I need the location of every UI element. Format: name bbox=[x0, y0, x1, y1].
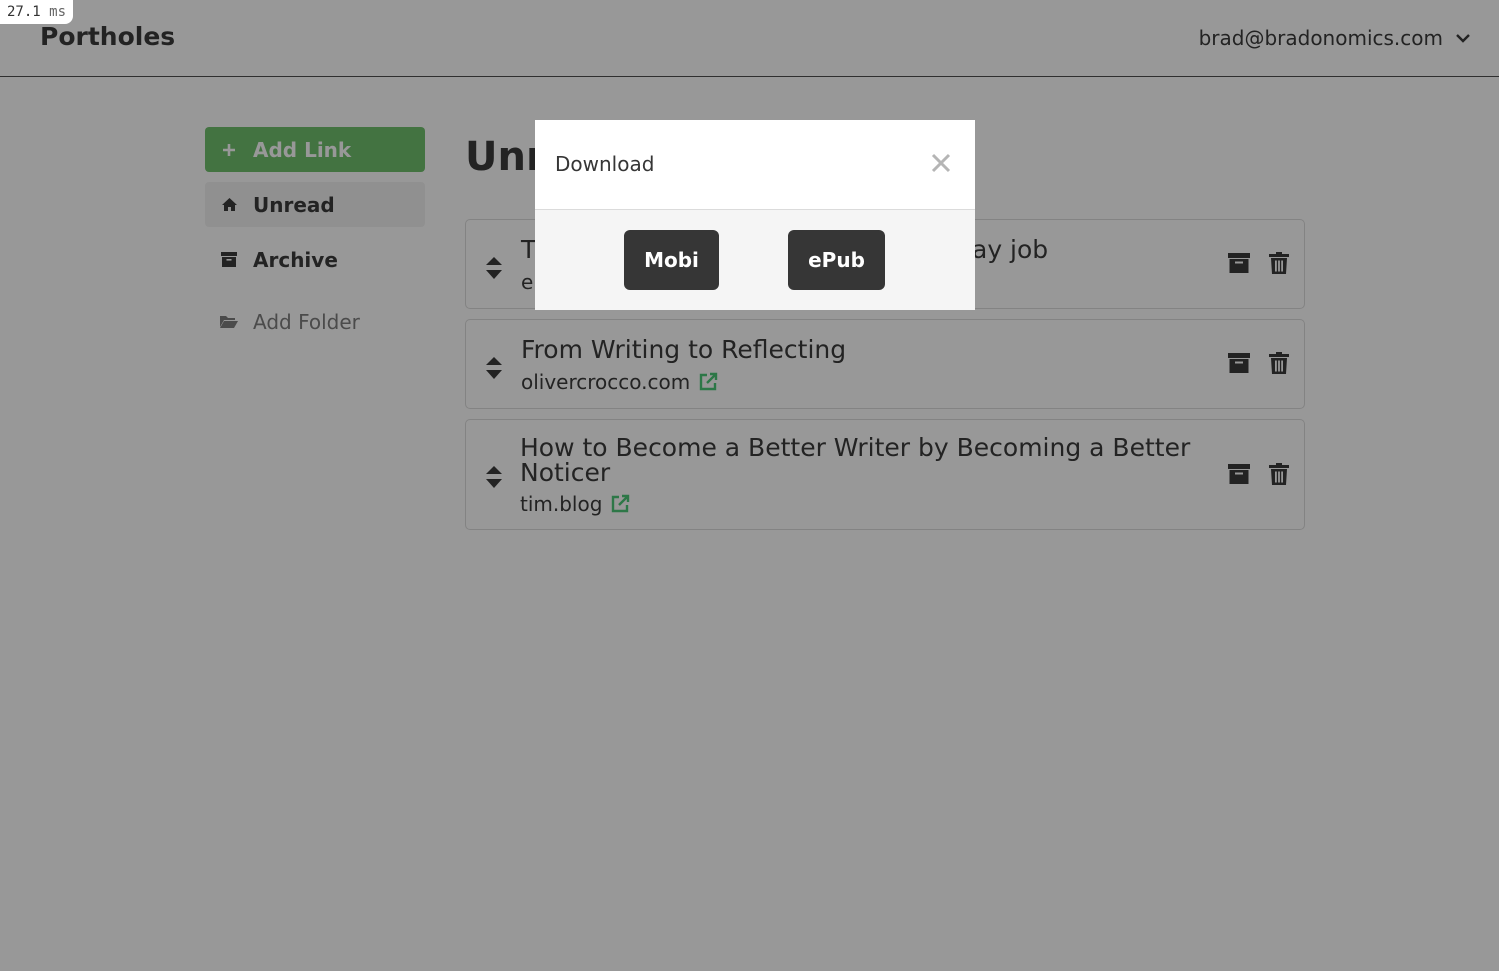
modal-title: Download bbox=[555, 152, 655, 176]
modal-header: Download bbox=[535, 120, 975, 210]
render-time-value: 27.1 bbox=[7, 4, 41, 20]
render-time-badge: 27.1 ms bbox=[0, 0, 74, 24]
download-modal: Download Mobi ePub bbox=[535, 120, 975, 310]
download-epub-button[interactable]: ePub bbox=[788, 230, 885, 290]
download-mobi-button[interactable]: Mobi bbox=[624, 230, 719, 290]
close-icon[interactable] bbox=[929, 151, 953, 175]
modal-body: Mobi ePub bbox=[535, 210, 975, 310]
render-time-unit: ms bbox=[49, 4, 67, 20]
